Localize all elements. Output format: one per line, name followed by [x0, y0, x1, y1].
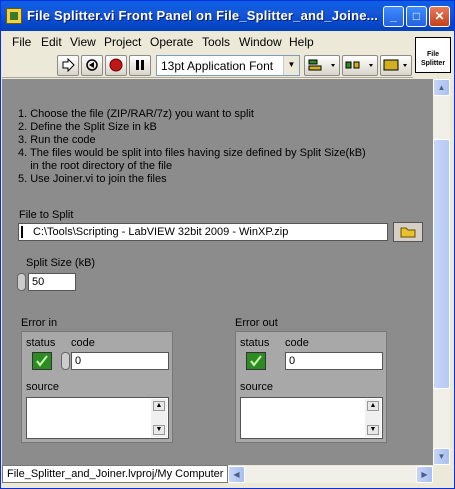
instruction-line: 2. Define the Split Size in kB — [18, 121, 157, 133]
scroll-down-icon[interactable]: ▼ — [433, 448, 450, 465]
vi-icon-line2: Splitter — [420, 60, 446, 67]
menu-window[interactable]: Window — [239, 35, 282, 49]
horizontal-scrollbar[interactable]: ◀ ▶ — [228, 466, 433, 483]
resize-objects-button[interactable] — [380, 55, 412, 76]
scroll-thumb[interactable] — [433, 139, 450, 389]
instruction-line: 4. The files would be split into files h… — [18, 147, 366, 159]
distribute-icon — [345, 61, 373, 69]
split-size-spinner[interactable] — [17, 273, 26, 291]
error-in-source-label: source — [26, 381, 60, 393]
error-out-source-label: source — [240, 381, 274, 393]
scroll-up-icon[interactable]: ▲ — [433, 79, 450, 96]
error-out-code-label: code — [285, 337, 309, 349]
source-scrollbar[interactable]: ▲ ▼ — [151, 399, 167, 437]
error-in-label: Error in — [21, 317, 58, 329]
error-in-code-input[interactable]: 0 — [71, 352, 169, 370]
title-bar[interactable]: File Splitter.vi Front Panel on File_Spl… — [1, 1, 454, 31]
split-size-input[interactable]: 50 — [28, 273, 76, 291]
error-out-status-indicator — [246, 352, 266, 370]
menu-help[interactable]: Help — [289, 35, 314, 49]
run-button[interactable] — [57, 55, 79, 76]
error-in-code-spinner[interactable] — [61, 352, 70, 370]
file-to-split-input[interactable]: C:\Tools\Scripting - LabVIEW 32bit 2009 … — [18, 223, 388, 241]
run-continuously-icon — [86, 59, 98, 71]
browse-button[interactable] — [393, 222, 423, 242]
distribute-objects-button[interactable] — [342, 55, 378, 76]
instruction-line: 3. Run the code — [18, 134, 96, 146]
menu-file[interactable]: File — [12, 35, 31, 49]
run-arrow-icon — [62, 58, 75, 72]
instruction-line: 1. Choose the file (ZIP/RAR/7z) you want… — [18, 108, 254, 120]
error-in-cluster: status code 0 source ▲ ▼ — [21, 331, 173, 443]
scroll-right-icon[interactable]: ▶ — [416, 466, 433, 483]
chevron-down-icon: ▼ — [283, 56, 299, 75]
labview-icon — [6, 8, 22, 24]
vi-icon[interactable]: File Splitter — [415, 37, 451, 73]
align-icon — [308, 59, 335, 71]
run-continuously-button[interactable] — [81, 55, 103, 76]
scroll-left-icon[interactable]: ◀ — [228, 466, 245, 483]
menu-edit[interactable]: Edit — [41, 35, 62, 49]
error-out-label: Error out — [235, 317, 278, 329]
pause-button[interactable] — [129, 55, 151, 76]
scroll-up-icon[interactable]: ▲ — [153, 401, 165, 411]
vertical-scrollbar[interactable]: ▲ ▼ — [433, 79, 450, 465]
folder-icon — [400, 227, 416, 238]
source-scrollbar[interactable]: ▲ ▼ — [365, 399, 381, 437]
window-title: File Splitter.vi Front Panel on File_Spl… — [27, 8, 379, 23]
menu-operate[interactable]: Operate — [150, 35, 193, 49]
error-out-status-label: status — [240, 337, 270, 349]
close-button[interactable]: ✕ — [429, 6, 450, 27]
error-in-source-input[interactable]: ▲ ▼ — [26, 397, 169, 439]
toolbar: 13pt Application Font ▼ — [2, 52, 413, 78]
menu-view[interactable]: View — [70, 35, 96, 49]
file-to-split-label: File to Split — [19, 209, 74, 221]
scroll-down-icon[interactable]: ▼ — [153, 425, 165, 435]
instruction-line: 5. Use Joiner.vi to join the files — [18, 173, 167, 185]
font-selector[interactable]: 13pt Application Font ▼ — [156, 55, 300, 76]
error-out-code-indicator: 0 — [285, 352, 383, 370]
checkmark-icon — [36, 355, 48, 367]
checkmark-icon — [250, 355, 262, 367]
maximize-button[interactable]: □ — [406, 6, 427, 27]
error-in-status-indicator[interactable] — [32, 352, 52, 370]
path-icon — [21, 226, 29, 238]
error-out-source-indicator: ▲ ▼ — [240, 397, 383, 439]
align-objects-button[interactable] — [304, 55, 340, 76]
scroll-up-icon[interactable]: ▲ — [367, 401, 379, 411]
font-selector-value: 13pt Application Font — [161, 59, 274, 73]
front-panel: 1. Choose the file (ZIP/RAR/7z) you want… — [2, 79, 433, 465]
minimize-button[interactable]: _ — [383, 6, 404, 27]
pause-icon — [136, 60, 144, 70]
window: File Splitter.vi Front Panel on File_Spl… — [0, 0, 455, 489]
error-out-cluster: status code 0 source ▲ ▼ — [235, 331, 387, 443]
menu-tools[interactable]: Tools — [202, 35, 230, 49]
abort-button[interactable] — [105, 55, 127, 76]
error-in-code-label: code — [71, 337, 95, 349]
file-to-split-value: C:\Tools\Scripting - LabVIEW 32bit 2009 … — [33, 226, 289, 238]
scroll-down-icon[interactable]: ▼ — [367, 425, 379, 435]
vi-icon-line1: File — [426, 51, 440, 58]
resize-icon — [383, 59, 407, 71]
status-bar: File_Splitter_and_Joiner.lvproj/My Compu… — [2, 465, 228, 483]
menu-project[interactable]: Project — [104, 35, 141, 49]
instruction-line: in the root directory of the file — [18, 160, 173, 172]
split-size-label: Split Size (kB) — [26, 257, 96, 269]
menu-bar: File Edit View Project Operate Tools Win… — [2, 31, 413, 52]
stop-icon — [109, 58, 123, 72]
error-in-status-label: status — [26, 337, 56, 349]
